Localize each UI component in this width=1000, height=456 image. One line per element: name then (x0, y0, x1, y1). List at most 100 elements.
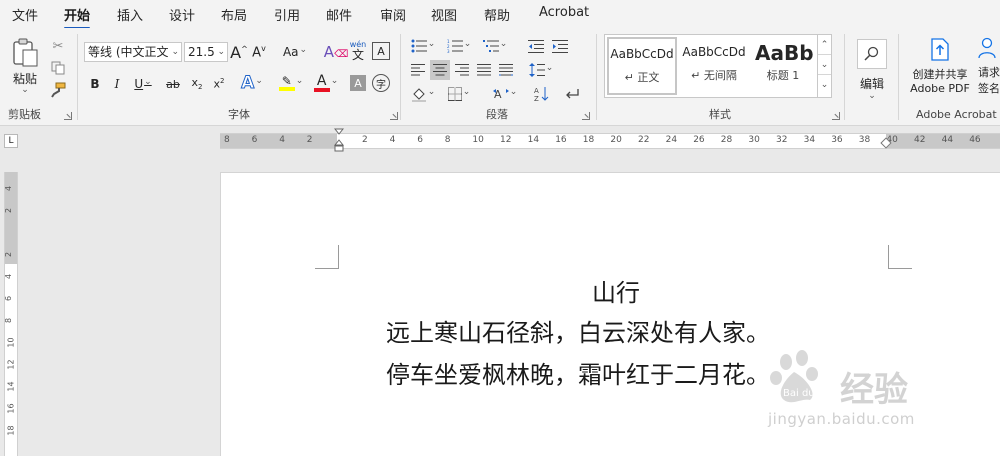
superscript-button[interactable]: x2 (210, 74, 228, 94)
asian-layout-button[interactable]: A (490, 84, 520, 104)
ruler-number: 26 (693, 135, 705, 145)
style-preview: AaBb (755, 41, 814, 65)
tab-acrobat[interactable]: Acrobat (539, 5, 589, 20)
justify-icon (477, 64, 491, 76)
highlight-color-button[interactable]: ✎ (276, 72, 306, 94)
format-painter-button[interactable] (48, 80, 68, 100)
grow-font-button[interactable]: A^ (230, 42, 248, 62)
numbering-button[interactable]: 123 (444, 36, 474, 56)
character-border-button[interactable]: A (372, 42, 390, 60)
subscript-button[interactable]: x2 (188, 74, 206, 94)
font-color-button[interactable]: A (312, 72, 340, 94)
ruler-number: 22 (638, 135, 650, 145)
font-name-select[interactable]: 等线 (中文正文 ⌄ (84, 42, 182, 62)
increase-indent-button[interactable] (550, 36, 570, 56)
strikethrough-button[interactable]: ab (162, 74, 184, 94)
show-marks-button[interactable] (562, 84, 582, 104)
ruler-number: 42 (914, 135, 926, 145)
poem-line-1[interactable]: 远上寒山石径斜，白云深处有人家。 (386, 313, 846, 348)
align-center-button[interactable] (430, 60, 450, 80)
font-group: 等线 (中文正文 ⌄ 21.5 ⌄ A^ Av Aa A⌫ wén 文 A B … (78, 30, 400, 124)
decrease-indent-icon (528, 40, 544, 53)
font-launcher-icon[interactable] (390, 112, 398, 120)
clear-formatting-button[interactable]: A⌫ (324, 42, 348, 62)
styles-launcher-icon[interactable] (832, 112, 840, 120)
create-share-pdf-button[interactable]: 创建并共享 Adobe PDF (902, 34, 978, 98)
shading-button[interactable] (408, 84, 438, 104)
enclose-characters-button[interactable]: 字 (372, 74, 390, 92)
clipboard-group: 粘贴 ⌄ ✂ 剪贴板 (0, 30, 76, 124)
tab-design[interactable]: 设计 (169, 5, 195, 24)
bullets-button[interactable] (408, 36, 438, 56)
ruler-number: 24 (665, 135, 678, 145)
poem-title[interactable]: 山行 (386, 273, 846, 308)
ruler-number: 2 (4, 207, 14, 214)
paint-bucket-icon (411, 88, 426, 102)
sort-button[interactable]: AZ (532, 84, 552, 104)
italic-icon: I (114, 77, 120, 91)
ruler-number: 2 (306, 135, 313, 145)
paragraph-group-label: 段落 (486, 108, 508, 121)
more-styles-icon[interactable]: ⌄ (818, 75, 831, 95)
character-shading-button[interactable]: A (350, 75, 366, 91)
decrease-indent-button[interactable] (526, 36, 546, 56)
editing-button[interactable]: 编辑 ⌄ (850, 34, 894, 104)
request-label-2: 签名 (978, 82, 1000, 95)
acrobat-group-label: Adobe Acrobat (916, 108, 997, 121)
request-signature-icon (978, 37, 996, 59)
shrink-font-button[interactable]: Av (250, 42, 268, 62)
justify-button[interactable] (474, 60, 494, 80)
phonetic-guide-button[interactable]: wén 文 (348, 38, 368, 62)
tab-review[interactable]: 审阅 (380, 5, 406, 24)
bold-button[interactable]: B (86, 74, 104, 94)
paste-button[interactable]: 粘贴 ⌄ (8, 36, 42, 94)
ruler-number: 2 (4, 251, 14, 258)
enclose-characters-icon: 字 (376, 79, 386, 91)
tab-file[interactable]: 文件 (12, 5, 38, 24)
align-right-button[interactable] (452, 60, 472, 80)
ruler-number: 18 (6, 425, 16, 436)
watermark-url: jingyan.baidu.com (768, 410, 915, 428)
style-name: ↵ 无间隔 (691, 69, 737, 82)
change-case-button[interactable]: Aa (280, 42, 310, 62)
paragraph-launcher-icon[interactable] (582, 112, 590, 120)
style-heading-1[interactable]: AaBb 标题 1 (751, 37, 815, 95)
create-share-label: 创建并共享 (912, 67, 968, 81)
underline-icon: U (134, 77, 144, 91)
clipboard-launcher-icon[interactable] (64, 112, 72, 120)
multilevel-list-button[interactable] (480, 36, 510, 56)
chevron-down-icon: ⌄ (868, 90, 876, 101)
borders-icon (447, 87, 462, 101)
tab-mailings[interactable]: 邮件 (326, 5, 352, 24)
tab-view[interactable]: 视图 (431, 5, 457, 24)
vertical-ruler[interactable]: 4 2 2 4 6 8 10 12 14 16 18 (4, 172, 18, 456)
style-preview: AaBbCcDd (682, 45, 746, 59)
indent-marker-icon[interactable] (334, 128, 344, 152)
ruler-number: 12 (6, 359, 16, 370)
line-spacing-button[interactable] (526, 60, 556, 80)
font-name-value: 等线 (中文正文 (88, 45, 169, 59)
search-icon (857, 38, 887, 69)
baidu-paw-logo-icon: Bai du (770, 350, 818, 403)
text-effects-button[interactable]: A (238, 72, 266, 94)
tab-layout[interactable]: 布局 (221, 5, 247, 24)
distributed-button[interactable] (496, 60, 516, 80)
copy-button[interactable] (48, 58, 68, 78)
style-normal[interactable]: AaBbCcDd ↵ 正文 (607, 37, 677, 95)
tab-stop-selector[interactable]: L (4, 134, 18, 148)
style-no-spacing[interactable]: AaBbCcDd ↵ 无间隔 (679, 37, 749, 95)
multilevel-list-icon (482, 40, 499, 52)
chevron-down-icon[interactable]: ⌄ (818, 55, 831, 75)
cut-button[interactable]: ✂ (48, 36, 68, 56)
underline-button[interactable]: U (130, 74, 156, 94)
align-left-button[interactable] (408, 60, 428, 80)
font-size-select[interactable]: 21.5 ⌄ (184, 42, 228, 62)
italic-button[interactable]: I (108, 74, 126, 94)
tab-home[interactable]: 开始 (64, 5, 91, 30)
request-signature-button[interactable]: 请求 签名 (978, 34, 1000, 98)
borders-button[interactable] (444, 84, 474, 104)
tab-references[interactable]: 引用 (274, 5, 300, 24)
tab-insert[interactable]: 插入 (117, 5, 143, 24)
tab-help[interactable]: 帮助 (484, 5, 510, 24)
chevron-up-icon[interactable]: ⌃ (818, 35, 831, 55)
